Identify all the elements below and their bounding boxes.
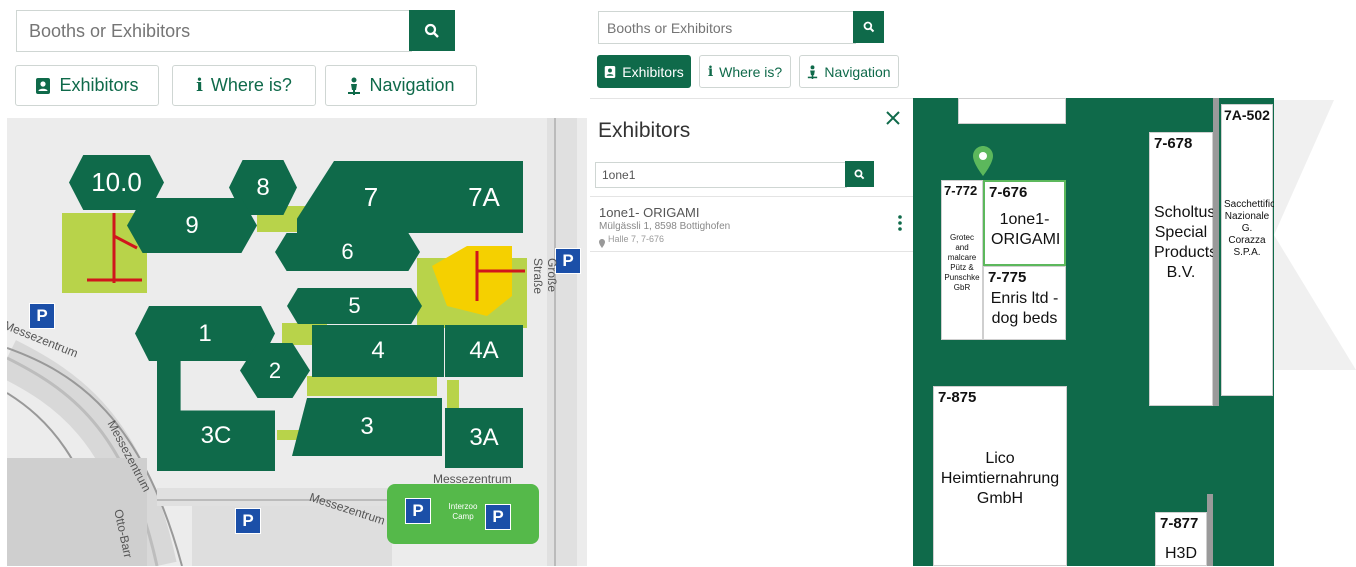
search-icon [424,23,439,38]
booth-7-775-name: Enris ltd - dog beds [990,290,1059,327]
booth-7a-502-name: Sacchettificio Nazionale G. Corazza S.P.… [1224,199,1274,258]
parking-south[interactable]: P [235,508,261,534]
left-map[interactable]: 10.0 8 7 7A 9 6 5 1 4 4A 2 3C 3 3A P P P… [7,118,587,566]
booth-7-678-id: 7-678 [1154,135,1193,152]
exhibitor-result-location: Halle 7, 7-676 [608,234,665,244]
parking-camp-1: P [405,498,431,524]
left-search-box [16,10,412,52]
person-icon [347,77,361,95]
map-pin-icon [599,235,605,248]
exhibitors-panel: Exhibitors 1one1- ORIGAMI Mülgässli 1, 8… [590,98,913,567]
interzoo-camp[interactable]: P P Interzoo Camp [387,484,539,544]
booth-7-772[interactable]: 7-772 Grotec and malcare Pütz & Punschke… [941,180,983,340]
right-where-is-button[interactable]: i Where is? [699,55,791,88]
exhibitor-result-name: 1one1- ORIGAMI [599,205,700,220]
booth-7-676[interactable]: 7-676 1one1- ORIGAMI [983,180,1066,266]
person-icon [807,64,818,79]
right-exhibitors-button[interactable]: Exhibitors [597,55,691,88]
right-navigation-label: Navigation [824,63,891,80]
street-grosse-strasse: Große Straße [531,258,559,295]
booth-top-strip [958,98,1066,124]
booth-7-772-name: Grotec and malcare Pütz & Punschke GbR [944,233,980,292]
booth-7-678-name: Scholtus Special Products B.V. [1154,204,1218,281]
right-pane: Exhibitors i Where is? Navigation Exhibi… [590,0,1274,567]
search-icon [863,21,874,33]
parking-west[interactable]: P [29,303,55,329]
watermark-shape [1274,100,1356,370]
left-navigation-label: Navigation [369,75,455,95]
right-search-button[interactable] [853,11,884,43]
booth-7-676-id: 7-676 [989,184,1028,201]
hall-detail-map[interactable]: 7-772 Grotec and malcare Pütz & Punschke… [913,98,1274,566]
booth-7-875-name: Lico Heimtiernahrung GmbH [940,450,1060,507]
booth-7-775[interactable]: 7-775 Enris ltd - dog beds [983,266,1066,340]
booth-7-678[interactable]: 7-678 Scholtus Special Products B.V. [1149,132,1218,406]
street-messezentrum-3: Messezentrum [433,472,512,486]
left-search-button[interactable] [409,10,455,51]
booth-7-676-name: 1one1- ORIGAMI [991,211,1061,248]
booth-7-875[interactable]: 7-875 Lico Heimtiernahrung GmbH [933,386,1067,566]
address-book-icon [35,77,51,95]
more-options-icon[interactable] [897,215,903,231]
left-pane: Exhibitors i Where is? Navigation [0,0,590,566]
panel-search-button[interactable] [845,161,874,187]
booth-7-775-id: 7-775 [988,269,1027,286]
left-where-is-button[interactable]: i Where is? [172,65,316,106]
left-exhibitors-label: Exhibitors [59,75,139,95]
booth-7-877-id: 7-877 [1160,515,1199,532]
booth-7-875-id: 7-875 [938,389,977,406]
location-pin-icon [973,146,993,176]
left-exhibitors-button[interactable]: Exhibitors [15,65,159,106]
right-where-is-label: Where is? [719,63,783,80]
info-icon: i [196,75,203,96]
left-where-is-label: Where is? [210,75,292,95]
panel-search-input[interactable] [596,163,846,187]
booth-divider-lower [1207,494,1213,566]
exhibitors-panel-title: Exhibitors [598,119,691,142]
address-book-icon [604,65,616,79]
booth-7a-502-id: 7A-502 [1224,107,1270,123]
right-exhibitors-label: Exhibitors [622,63,684,80]
left-navigation-button[interactable]: Navigation [325,65,477,106]
booth-7-877[interactable]: 7-877 H3D [1155,512,1207,566]
exhibitor-result-item[interactable]: 1one1- ORIGAMI Mülgässli 1, 8598 Bottigh… [590,197,913,252]
exhibitor-result-address: Mülgässli 1, 8598 Bottighofen [599,221,731,232]
search-icon [854,169,865,179]
interzoo-label: Interzoo Camp [448,502,478,521]
booth-7a-502[interactable]: 7A-502 Sacchettificio Nazionale G. Coraz… [1221,104,1274,396]
right-search-box [598,11,856,44]
right-search-input[interactable] [599,12,855,43]
booth-7-877-name: H3D [1164,545,1197,562]
booth-7-772-id: 7-772 [944,183,978,198]
parking-camp-2: P [485,504,511,530]
close-icon[interactable] [884,109,902,127]
booth-divider [1213,98,1219,406]
left-search-input[interactable] [17,11,411,51]
right-navigation-button[interactable]: Navigation [799,55,899,88]
info-icon: i [707,63,714,80]
panel-search-box [595,162,847,188]
